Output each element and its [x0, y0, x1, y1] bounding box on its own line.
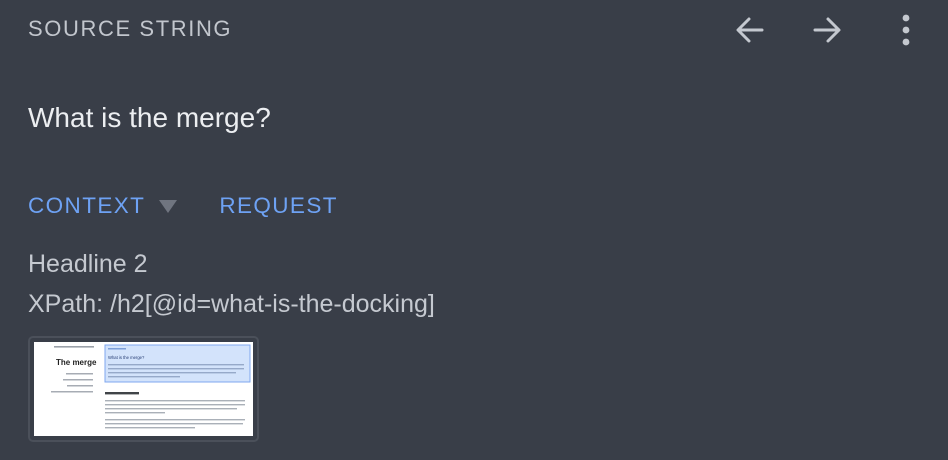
element-type-label: Headline 2 — [28, 250, 148, 278]
tab-context-label: CONTEXT — [28, 193, 146, 218]
caret-down-icon[interactable] — [159, 199, 178, 213]
thumbnail-image: The merge What is the merge? — [34, 342, 253, 436]
arrow-forward-icon — [809, 12, 845, 48]
xpath-label: XPath: /h2[@id=what-is-the-docking] — [28, 290, 435, 318]
tab-request-label: REQUEST — [219, 193, 338, 218]
tab-context[interactable]: CONTEXT — [28, 193, 178, 219]
arrow-back-icon — [732, 12, 768, 48]
tab-request[interactable]: REQUEST — [219, 193, 338, 219]
context-details: Headline 2 XPath: /h2[@id=what-is-the-do… — [28, 244, 435, 324]
source-string-text: What is the merge? — [28, 102, 271, 133]
more-vert-icon — [896, 12, 916, 48]
screenshot-thumbnail[interactable]: The merge What is the merge? — [28, 336, 259, 442]
thumbnail-highlight-heading: What is the merge? — [108, 355, 145, 360]
previous-button[interactable] — [728, 8, 772, 52]
next-button[interactable] — [805, 8, 849, 52]
context-tabs: CONTEXT REQUEST — [28, 191, 338, 221]
panel-title: SOURCE STRING — [28, 16, 233, 41]
more-options-button[interactable] — [884, 8, 928, 52]
source-string-panel: SOURCE STRING What is the merge? CONTEXT — [0, 0, 948, 460]
thumbnail-heading: The merge — [56, 358, 97, 367]
